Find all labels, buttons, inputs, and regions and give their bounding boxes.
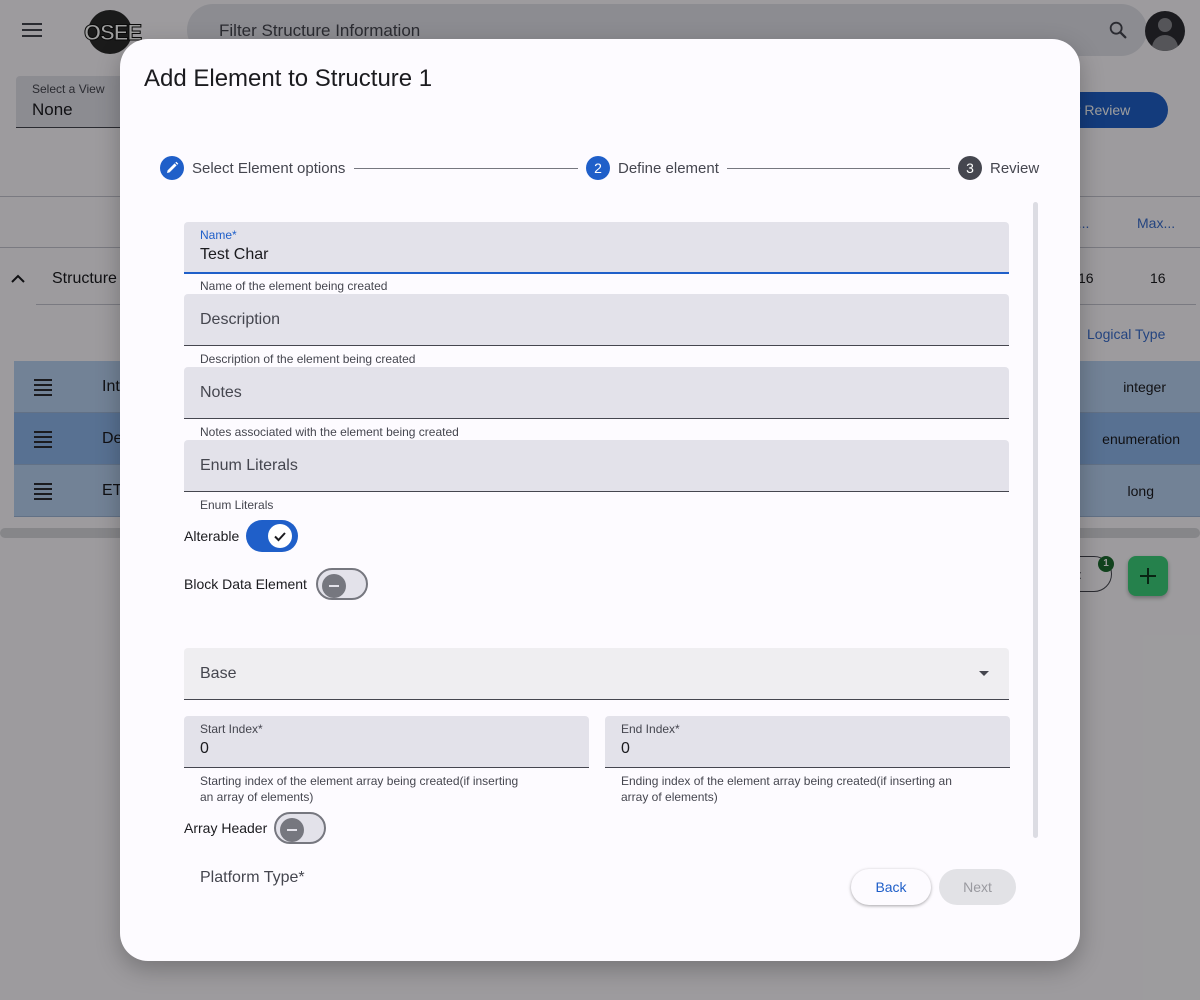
alterable-switch[interactable] (246, 520, 298, 552)
name-label: Name* (200, 228, 237, 242)
dropdown-arrow-icon (979, 671, 989, 676)
enum-literals-field[interactable]: Enum Literals (184, 440, 1009, 492)
platform-type-label[interactable]: Platform Type* (200, 869, 305, 887)
name-value: Test Char (200, 246, 269, 263)
minus-icon (280, 818, 304, 842)
block-data-element-label: Block Data Element (184, 576, 307, 592)
step-1-edit-icon[interactable] (160, 156, 184, 180)
block-data-element-toggle-row: Block Data Element (184, 568, 374, 600)
step-connector (727, 168, 950, 169)
description-field[interactable]: Description (184, 294, 1009, 346)
enum-literals-hint: Enum Literals (200, 498, 274, 512)
array-header-switch[interactable] (274, 812, 326, 844)
start-index-value: 0 (200, 740, 209, 757)
start-index-field[interactable]: Start Index* 0 (184, 716, 589, 768)
step-3-label[interactable]: Review (990, 160, 1039, 177)
end-index-label: End Index* (621, 722, 680, 736)
base-placeholder: Base (200, 665, 237, 682)
step-1-label[interactable]: Select Element options (192, 160, 345, 177)
enum-literals-placeholder: Enum Literals (200, 457, 298, 474)
description-placeholder: Description (200, 311, 281, 328)
pencil-icon (167, 161, 179, 173)
add-element-dialog: Add Element to Structure 1 Select Elemen… (120, 39, 1080, 961)
array-header-toggle-row: Array Header (184, 812, 329, 844)
check-icon (274, 532, 286, 542)
step-2-circle[interactable]: 2 (586, 156, 610, 180)
dialog-title: Add Element to Structure 1 (144, 65, 433, 92)
block-data-element-switch[interactable] (316, 568, 368, 600)
end-index-field[interactable]: End Index* 0 (605, 716, 1010, 768)
next-button[interactable]: Next (939, 869, 1016, 905)
array-header-label: Array Header (184, 820, 268, 836)
name-hint: Name of the element being created (200, 279, 388, 293)
notes-placeholder: Notes (200, 384, 242, 401)
notes-hint: Notes associated with the element being … (200, 425, 459, 439)
end-index-value: 0 (621, 740, 630, 757)
start-index-hint-2: an array of elements) (200, 790, 314, 804)
switch-knob (268, 524, 292, 548)
notes-field[interactable]: Notes (184, 367, 1009, 419)
base-select[interactable]: Base (184, 648, 1009, 700)
step-2-label[interactable]: Define element (618, 160, 719, 177)
step-3-circle[interactable]: 3 (958, 156, 982, 180)
back-button[interactable]: Back (851, 869, 931, 905)
end-index-hint-2: array of elements) (621, 790, 718, 804)
dialog-scrollbar[interactable] (1033, 202, 1038, 838)
start-index-hint-1: Starting index of the element array bein… (200, 774, 519, 788)
stepper: Select Element options 2 Define element … (160, 156, 1040, 180)
start-index-label: Start Index* (200, 722, 263, 736)
name-field[interactable]: Name* Test Char (184, 222, 1009, 274)
end-index-hint-1: Ending index of the element array being … (621, 774, 952, 788)
description-hint: Description of the element being created (200, 352, 416, 366)
alterable-label: Alterable (184, 528, 240, 544)
step-connector (354, 168, 578, 169)
minus-icon (322, 574, 346, 598)
element-form: Name* Test Char Name of the element bein… (184, 222, 1010, 888)
alterable-toggle-row: Alterable (184, 520, 304, 552)
